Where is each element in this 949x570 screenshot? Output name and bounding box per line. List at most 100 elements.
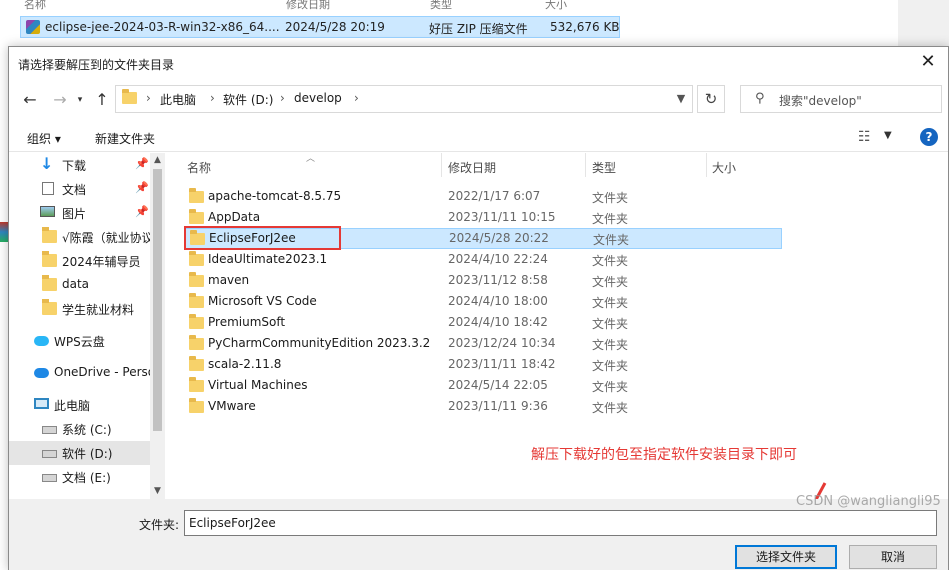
column-header-date[interactable]: 修改日期 <box>448 159 496 176</box>
toolbar: 组织 ▾ 新建文件夹 ☷ ▼ ? <box>9 122 948 152</box>
file-name: PyCharmCommunityEdition 2023.3.2 <box>208 336 431 350</box>
sidebar-item-folder[interactable]: 2024年辅导员 <box>9 249 150 273</box>
zip-archive-icon <box>26 20 40 34</box>
folder-icon <box>189 293 204 308</box>
sidebar-item-downloads[interactable]: ↓ 下载 📌 <box>9 153 150 177</box>
chevron-up-icon[interactable]: ▲ <box>150 153 165 168</box>
view-options-icon[interactable]: ☷ <box>858 129 871 145</box>
file-type: 文件夹 <box>592 212 629 226</box>
scrollbar-thumb[interactable] <box>153 169 162 431</box>
pin-icon[interactable]: 📌 <box>135 181 149 194</box>
file-type: 文件夹 <box>592 275 629 289</box>
file-row[interactable]: maven 2023/11/12 8:58 文件夹 <box>184 270 782 291</box>
folder-icon <box>189 356 204 371</box>
sidebar-item-label: 系统 (C:) <box>62 423 112 437</box>
chevron-right-icon[interactable]: › <box>210 91 215 105</box>
breadcrumb-drive-d[interactable]: 软件 (D:) <box>223 91 273 108</box>
chevron-down-icon[interactable]: ▼ <box>672 90 690 108</box>
organize-button[interactable]: 组织 ▾ <box>27 130 61 147</box>
file-name: maven <box>208 273 250 287</box>
file-name: IdeaUltimate2023.1 <box>208 252 328 266</box>
file-row[interactable]: AppData 2023/11/11 10:15 文件夹 <box>184 207 782 228</box>
file-row[interactable]: VMware 2023/11/11 9:36 文件夹 <box>184 396 782 417</box>
annotation-text: 解压下载好的包至指定软件安装目录下即可 <box>531 447 797 463</box>
file-name: AppData <box>208 210 261 224</box>
sidebar-item-pictures[interactable]: 图片 📌 <box>9 201 150 225</box>
sidebar-item-documents[interactable]: 文档 📌 <box>9 177 150 201</box>
background-explorer: 名称 修改日期 类型 大小 eclipse-jee-2024-03-R-win3… <box>0 0 949 48</box>
chevron-right-icon[interactable]: › <box>280 91 285 105</box>
refresh-button[interactable]: ↻ <box>697 85 725 113</box>
file-name: scala-2.11.8 <box>208 357 282 371</box>
bg-file-name: eclipse-jee-2024-03-R-win32-x86_64.... <box>45 20 280 34</box>
drive-icon <box>42 474 57 482</box>
file-date: 2024/4/10 18:42 <box>448 315 548 329</box>
file-row[interactable]: apache-tomcat-8.5.75 2022/1/17 6:07 文件夹 <box>184 186 782 207</box>
file-row[interactable]: PyCharmCommunityEdition 2023.3.2 2023/12… <box>184 333 782 354</box>
column-header-size[interactable]: 大小 <box>712 159 736 176</box>
sidebar-item-folder[interactable]: data <box>9 273 150 297</box>
sidebar-item-drive-d[interactable]: 软件 (D:) <box>9 441 150 465</box>
file-row[interactable]: Virtual Machines 2024/5/14 22:05 文件夹 <box>184 375 782 396</box>
chevron-right-icon[interactable]: › <box>146 91 151 105</box>
column-header-name[interactable]: 名称 <box>187 159 211 176</box>
help-icon[interactable]: ? <box>920 128 938 146</box>
sidebar-item-this-pc[interactable]: 此电脑 <box>9 393 150 417</box>
nav-scrollbar[interactable]: ▲ ▼ <box>150 153 165 499</box>
up-button[interactable]: ↑ <box>91 89 113 111</box>
column-divider[interactable] <box>585 153 586 177</box>
close-button[interactable]: ✕ <box>908 47 948 77</box>
cancel-button[interactable]: 取消 <box>849 545 937 569</box>
file-row[interactable]: Microsoft VS Code 2024/4/10 18:00 文件夹 <box>184 291 782 312</box>
folder-icon <box>189 188 204 203</box>
pin-icon[interactable]: 📌 <box>135 205 149 218</box>
bg-file-size: 532,676 KB <box>550 20 620 34</box>
forward-button[interactable]: → <box>49 89 71 111</box>
file-type: 文件夹 <box>592 380 629 394</box>
column-divider[interactable] <box>706 153 707 177</box>
sidebar-item-label: 文档 <box>62 183 87 197</box>
bg-selected-file-row[interactable]: eclipse-jee-2024-03-R-win32-x86_64.... 2… <box>20 16 620 38</box>
file-type: 文件夹 <box>592 359 629 373</box>
sidebar-item-onedrive[interactable]: OneDrive - Perso <box>9 361 150 385</box>
breadcrumb-this-pc[interactable]: 此电脑 <box>160 91 196 108</box>
folder-icon <box>189 335 204 350</box>
sidebar-item-folder[interactable]: √陈霞（就业协议 <box>9 225 150 249</box>
chevron-right-icon[interactable]: › <box>354 91 359 105</box>
breadcrumb-develop[interactable]: develop <box>294 91 342 105</box>
chevron-down-icon[interactable]: ▼ <box>884 130 892 141</box>
sidebar-item-drive-e[interactable]: 文档 (E:) <box>9 465 150 489</box>
file-row[interactable]: IdeaUltimate2023.1 2024/4/10 22:24 文件夹 <box>184 249 782 270</box>
back-button[interactable]: ← <box>19 89 41 111</box>
folder-icon <box>42 299 57 315</box>
file-date: 2022/1/17 6:07 <box>448 189 541 203</box>
sidebar-item-label: 此电脑 <box>54 399 91 413</box>
bg-col-type: 类型 <box>430 0 452 11</box>
search-input[interactable]: ⚲ 搜索"develop" <box>740 85 942 113</box>
column-divider[interactable] <box>441 153 442 177</box>
file-name: Virtual Machines <box>208 378 308 392</box>
search-placeholder: 搜索"develop" <box>779 94 862 108</box>
sidebar-item-drive-c[interactable]: 系统 (C:) <box>9 417 150 441</box>
folder-select-dialog: 请选择要解压到的文件夹目录 ✕ ← → ▾ ↑ › 此电脑 › 软件 (D:) … <box>8 46 949 570</box>
sidebar-item-folder[interactable]: 学生就业材料 <box>9 297 150 321</box>
folder-icon <box>122 89 137 104</box>
download-arrow-icon: ↓ <box>40 154 54 173</box>
highlight-box <box>184 226 341 250</box>
file-row[interactable]: scala-2.11.8 2023/11/11 18:42 文件夹 <box>184 354 782 375</box>
new-folder-button[interactable]: 新建文件夹 <box>95 130 155 147</box>
pin-icon[interactable]: 📌 <box>135 157 149 170</box>
file-row[interactable]: PremiumSoft 2024/4/10 18:42 文件夹 <box>184 312 782 333</box>
history-dropdown-icon[interactable]: ▾ <box>69 89 91 111</box>
search-icon: ⚲ <box>755 91 765 106</box>
file-name: apache-tomcat-8.5.75 <box>208 189 342 203</box>
computer-icon <box>34 398 49 409</box>
file-type: 文件夹 <box>592 338 629 352</box>
select-folder-button[interactable]: 选择文件夹 <box>735 545 837 569</box>
folder-name-input[interactable]: EclipseForJ2ee <box>184 510 937 536</box>
column-header-type[interactable]: 类型 <box>592 159 616 176</box>
address-bar[interactable]: › 此电脑 › 软件 (D:) › develop › ▼ <box>115 85 693 113</box>
sidebar-item-wps-cloud[interactable]: WPS云盘 <box>9 329 150 353</box>
chevron-down-icon[interactable]: ▼ <box>150 484 165 499</box>
title-bar: 请选择要解压到的文件夹目录 ✕ <box>9 47 948 79</box>
